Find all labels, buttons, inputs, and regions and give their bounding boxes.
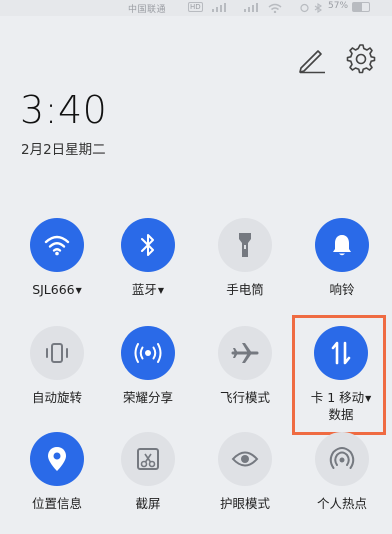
tile-bluetooth[interactable]: 蓝牙▼ <box>101 218 195 299</box>
bluetooth-icon <box>141 234 154 256</box>
pencil-icon[interactable] <box>297 44 327 74</box>
hotspot-toggle[interactable] <box>315 432 369 486</box>
auto-rotate-toggle[interactable] <box>30 326 84 380</box>
location-icon <box>48 447 66 471</box>
tile-label: SJL666▼ <box>32 282 82 297</box>
wifi-toggle[interactable] <box>30 218 84 272</box>
signal-icon <box>212 3 226 12</box>
tile-ring[interactable]: 响铃 <box>295 218 389 298</box>
airplane-toggle[interactable] <box>218 326 272 380</box>
battery-icon <box>352 2 370 12</box>
battery-percent: 57% <box>328 1 349 11</box>
tile-flashlight[interactable]: 手电筒 <box>198 218 292 298</box>
gear-icon[interactable] <box>344 42 376 74</box>
location-toggle[interactable] <box>30 432 84 486</box>
flashlight-icon <box>239 233 251 257</box>
clock-date: 2月2日星期二 <box>21 142 106 158</box>
tile-label: 个人热点 <box>316 496 367 511</box>
tile-hotspot[interactable]: 个人热点 <box>295 432 389 512</box>
bluetooth-toggle[interactable] <box>121 218 175 272</box>
tile-label: 位置信息 <box>31 496 82 511</box>
honor-share-toggle[interactable] <box>121 326 175 380</box>
ring-toggle[interactable] <box>315 218 369 272</box>
airplane-icon <box>231 343 259 363</box>
eye-icon <box>231 451 259 467</box>
tile-label: 护眼模式 <box>219 496 270 511</box>
wifi-icon <box>44 235 70 256</box>
hotspot-icon <box>329 447 355 469</box>
tile-label: 响铃 <box>329 282 355 297</box>
highlight-box <box>292 315 386 435</box>
tile-airplane[interactable]: 飞行模式 <box>198 326 292 406</box>
auto-rotate-icon <box>46 343 68 363</box>
eye-comfort-toggle[interactable] <box>218 432 272 486</box>
tile-label: 荣耀分享 <box>122 390 173 405</box>
hd-badge: HD <box>188 2 203 12</box>
tile-label: 飞行模式 <box>219 390 270 405</box>
screenshot-toggle[interactable] <box>121 432 175 486</box>
flashlight-toggle[interactable] <box>218 218 272 272</box>
bell-icon <box>333 235 351 256</box>
tile-screenshot[interactable]: 截屏 <box>101 432 195 512</box>
tile-eye-comfort[interactable]: 护眼模式 <box>198 432 292 512</box>
tile-wifi[interactable]: SJL666▼ <box>10 218 104 299</box>
tile-label: 自动旋转 <box>31 390 82 405</box>
tile-label: 截屏 <box>135 496 161 511</box>
signal-icon <box>244 3 258 12</box>
bluetooth-icon <box>314 3 322 13</box>
status-bar: 中国联通 HD 57% <box>0 0 392 16</box>
screenshot-icon <box>137 448 159 470</box>
tile-label: 蓝牙▼ <box>131 282 165 297</box>
carrier-label: 中国联通 <box>128 5 167 15</box>
tile-honor-share[interactable]: 荣耀分享 <box>101 326 195 406</box>
alarm-icon <box>300 3 309 13</box>
share-icon <box>134 343 162 363</box>
tile-location[interactable]: 位置信息 <box>10 432 104 512</box>
clock-time: 3:40 <box>20 88 108 132</box>
tile-label: 手电筒 <box>226 282 264 297</box>
wifi-icon <box>268 3 282 13</box>
tile-auto-rotate[interactable]: 自动旋转 <box>10 326 104 406</box>
